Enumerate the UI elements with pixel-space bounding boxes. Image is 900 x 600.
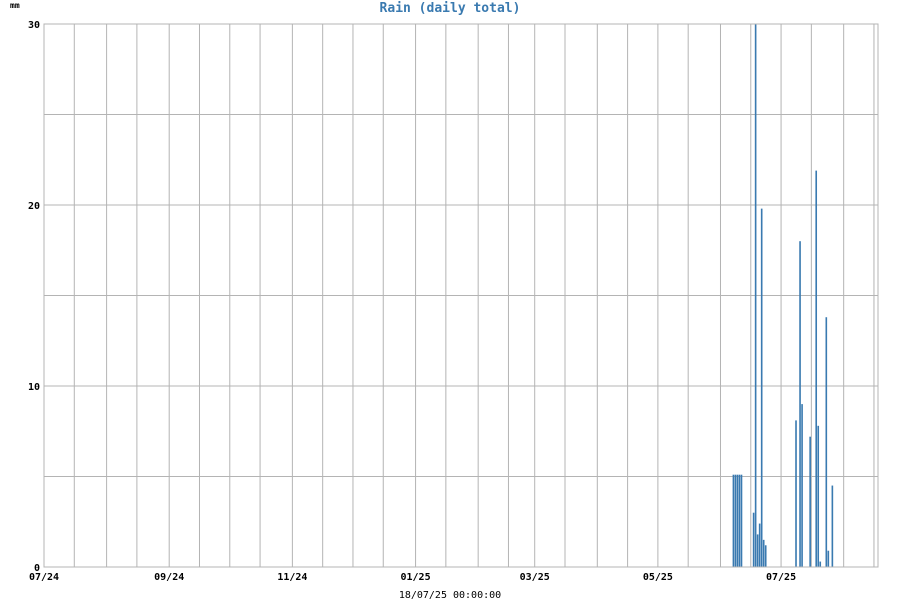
rain-bar [801,404,803,567]
rain-bar [752,512,755,567]
rain-bar [825,317,828,567]
x-tick-label: 07/24 [29,572,59,583]
chart-container: 0 10 20 30 07/24 09/24 11/24 01/25 03/25 05/25 07… [0,0,900,600]
rain-bar [809,436,811,567]
x-tick-label: 05/25 [643,572,673,583]
chart-title: Rain (daily total) [380,1,521,16]
rain-bar [738,474,741,567]
rain-bar [815,170,818,568]
x-tick-label: 01/25 [401,572,431,583]
rain-bar [799,241,801,567]
rain-bar [827,550,830,567]
x-axis-caption: 18/07/25 00:00:00 [399,590,501,600]
y-tick-label: 30 [28,20,40,31]
rain-bar [795,420,797,567]
rain-bar [831,485,834,567]
y-tick-label: 20 [28,201,40,212]
rain-bar [740,474,743,567]
rain-bar [764,545,767,567]
x-tick-label: 09/24 [154,572,184,583]
rain-bar [760,208,763,567]
x-tick-labels: 07/24 09/24 11/24 01/25 03/25 05/25 07/25 [29,572,796,583]
rain-bar [732,474,735,567]
rain-bar [736,474,739,567]
x-tick-label: 07/25 [766,572,796,583]
y-tick-label: 10 [28,382,40,393]
rain-bar [756,534,759,567]
rain-chart: 0102030 07/24 09/24 11/24 01/25 03/25 05/25 07… [10,1,879,600]
rain-bar [754,24,757,567]
rain-bar [819,561,822,567]
rain-bar [758,523,761,567]
x-tick-label: 11/24 [277,572,307,583]
y-axis-unit-label: mm [10,1,20,10]
rain-bar [817,425,820,567]
rain-bar [734,474,737,567]
rain-bar [762,539,765,567]
x-tick-label: 03/25 [520,572,550,583]
y-tick-labels: 0102030 [28,20,40,574]
